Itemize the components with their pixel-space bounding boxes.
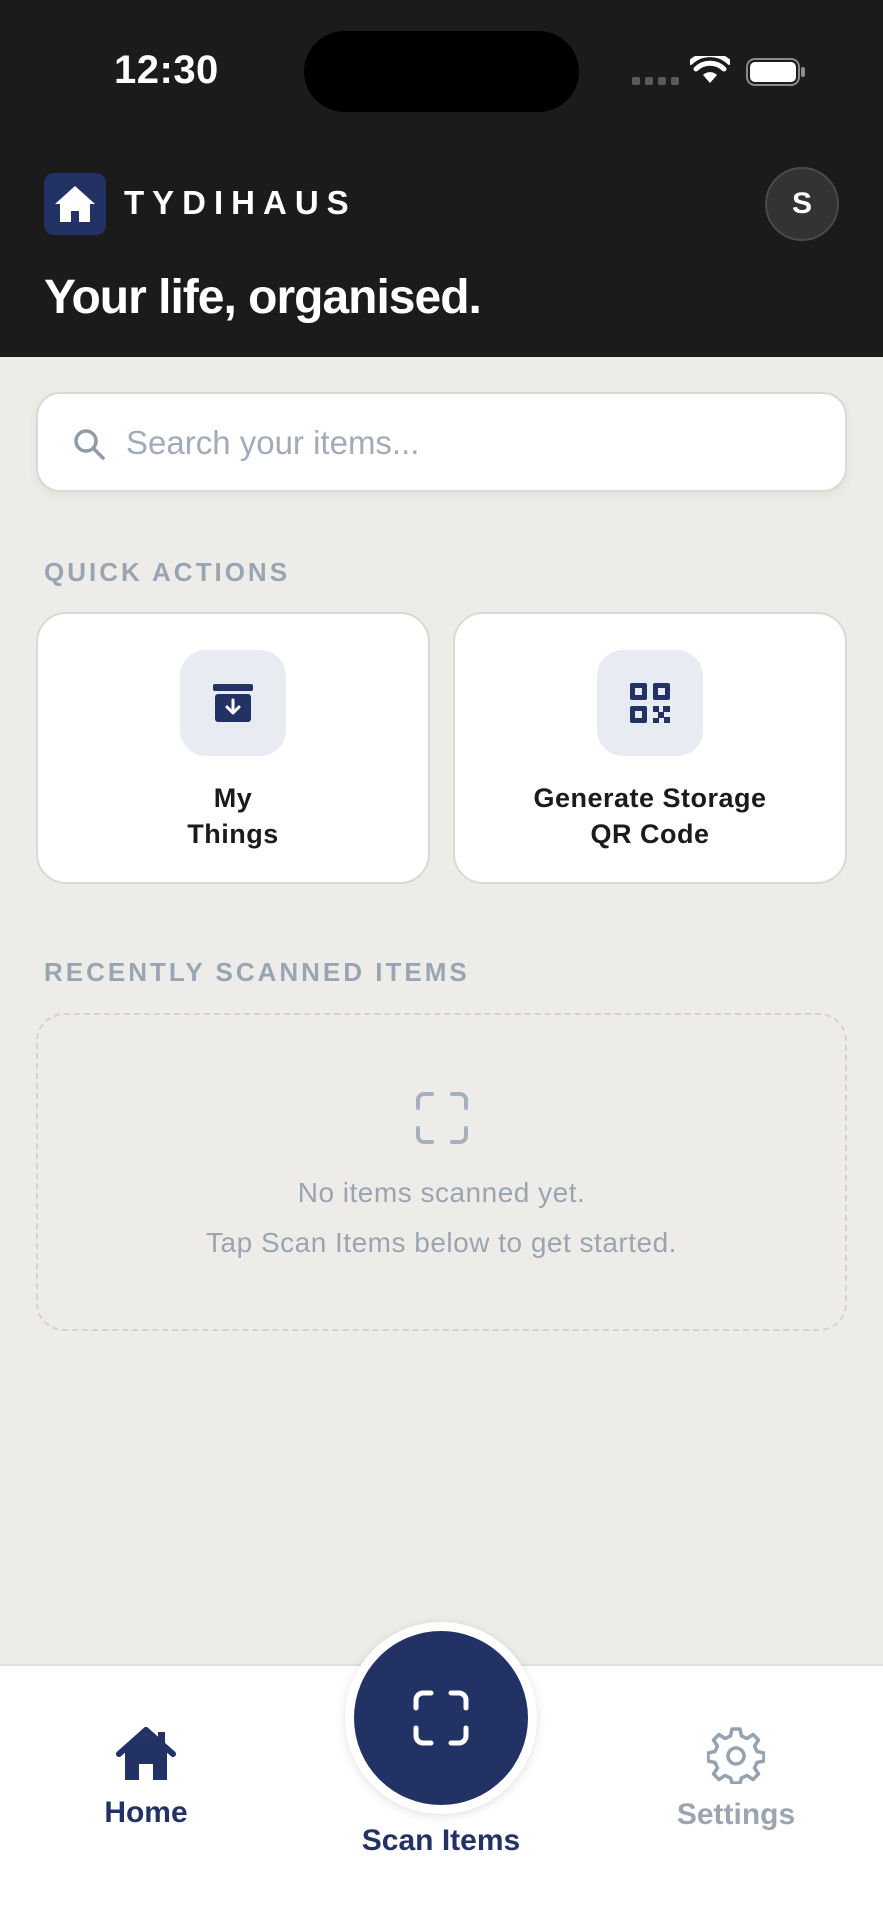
tab-home[interactable]: Home <box>46 1726 246 1830</box>
tab-settings[interactable]: Settings <box>636 1726 836 1832</box>
quick-actions-heading: QUICK ACTIONS <box>44 557 291 587</box>
recent-items-heading: RECENTLY SCANNED ITEMS <box>44 957 470 987</box>
home-icon <box>116 1727 176 1780</box>
qr-code-icon <box>630 683 670 723</box>
app-header: 12:30 TYDIHAUS S Your life, organised. <box>0 0 883 357</box>
generate-qr-button[interactable]: Generate Storage QR Code <box>453 612 847 884</box>
search-bar[interactable] <box>36 392 847 492</box>
wifi-icon <box>690 56 730 83</box>
search-icon <box>74 429 105 460</box>
scan-items-label[interactable]: Scan Items <box>291 1824 591 1858</box>
scan-icon <box>413 1690 469 1746</box>
home-screen: 12:30 TYDIHAUS S Your life, organised. S… <box>0 0 883 1920</box>
status-time: 12:30 <box>114 48 219 92</box>
battery-icon <box>746 58 805 86</box>
page-tagline: Your life, organised. <box>44 271 482 324</box>
cellular-signal-icon <box>632 77 679 85</box>
action-icon-tile <box>180 650 286 756</box>
generate-qr-label: Generate Storage QR Code <box>533 783 767 849</box>
recent-items-empty-state: No items scanned yet. Tap Scan Items bel… <box>36 1013 847 1331</box>
search-input[interactable] <box>126 416 816 470</box>
tab-home-label: Home <box>104 1796 188 1829</box>
scan-items-button[interactable] <box>354 1631 528 1805</box>
action-icon-tile <box>597 650 703 756</box>
tab-settings-label: Settings <box>676 1798 796 1831</box>
profile-avatar-button[interactable]: S <box>765 167 839 241</box>
my-things-button[interactable]: My Things <box>36 612 430 884</box>
archive-box-icon <box>213 684 253 722</box>
brand-logo <box>44 173 106 235</box>
scan-frame-icon <box>415 1092 468 1144</box>
brand-name: TYDIHAUS <box>124 184 357 221</box>
my-things-label: My Things <box>187 783 279 849</box>
gear-icon <box>707 1727 765 1784</box>
dynamic-island <box>304 31 579 112</box>
empty-state-title: No items scanned yet. <box>297 1177 586 1208</box>
house-icon <box>55 186 95 222</box>
empty-state-hint: Tap Scan Items below to get started. <box>206 1227 677 1258</box>
